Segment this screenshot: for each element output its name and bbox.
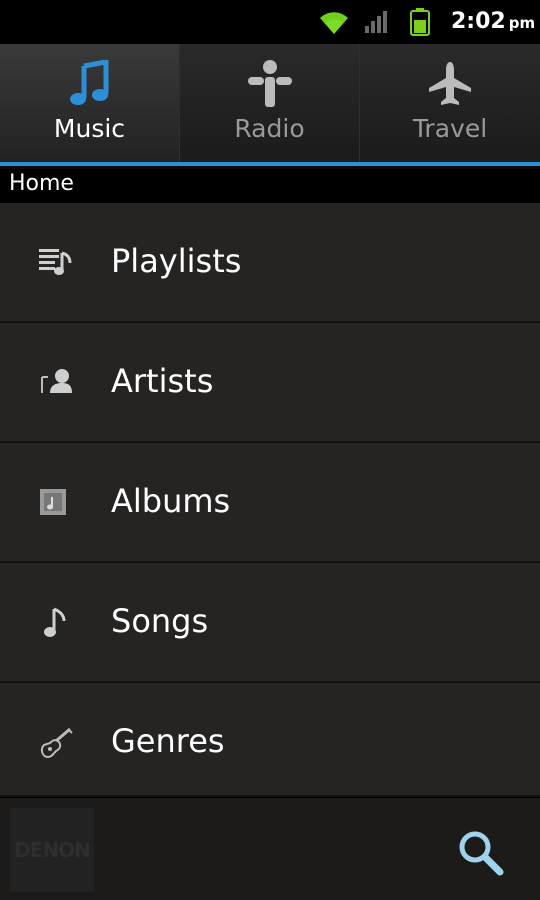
- clock-ampm: pm: [508, 14, 536, 32]
- tab-radio-label: Radio: [234, 114, 305, 143]
- list-item-label: Genres: [111, 722, 225, 760]
- tunein-radio-icon: [247, 60, 293, 112]
- list-item-genres[interactable]: Genres: [0, 683, 540, 797]
- list-item-albums[interactable]: Albums: [0, 443, 540, 563]
- song-note-icon: [38, 607, 74, 643]
- airplane-icon: [427, 60, 473, 112]
- list-item-label: Albums: [111, 482, 231, 520]
- battery-icon: [410, 8, 430, 40]
- status-bar: 2:02 pm: [0, 0, 540, 44]
- signal-icon: [364, 8, 392, 38]
- music-note-icon: [68, 59, 112, 110]
- list-item-label: Songs: [111, 602, 209, 640]
- tab-radio[interactable]: Radio: [180, 44, 360, 162]
- artist-icon: [38, 367, 74, 401]
- tab-music[interactable]: Music: [0, 44, 180, 162]
- breadcrumb: Home: [0, 169, 540, 203]
- tab-travel-label: Travel: [412, 114, 488, 143]
- wifi-icon: [316, 8, 352, 40]
- list-item-label: Playlists: [111, 242, 242, 280]
- source-tabs: Music Radio Travel: [0, 44, 540, 162]
- album-icon: [38, 487, 74, 521]
- list-item-songs[interactable]: Songs: [0, 563, 540, 683]
- tab-travel[interactable]: Travel: [360, 44, 540, 162]
- denon-logo: DENON: [10, 808, 94, 892]
- search-icon[interactable]: [456, 828, 504, 880]
- guitar-icon: [38, 727, 74, 763]
- playlist-icon: [38, 247, 74, 281]
- status-clock: 2:02 pm: [451, 9, 535, 34]
- tab-music-label: Music: [53, 114, 126, 143]
- clock-time: 2:02: [451, 9, 506, 34]
- list-item-artists[interactable]: Artists: [0, 323, 540, 443]
- breadcrumb-home: Home: [9, 171, 74, 196]
- list-item-playlists[interactable]: Playlists: [0, 203, 540, 323]
- list-item-label: Artists: [111, 362, 214, 400]
- browse-list: Playlists Artists Albums Songs Genres: [0, 203, 540, 797]
